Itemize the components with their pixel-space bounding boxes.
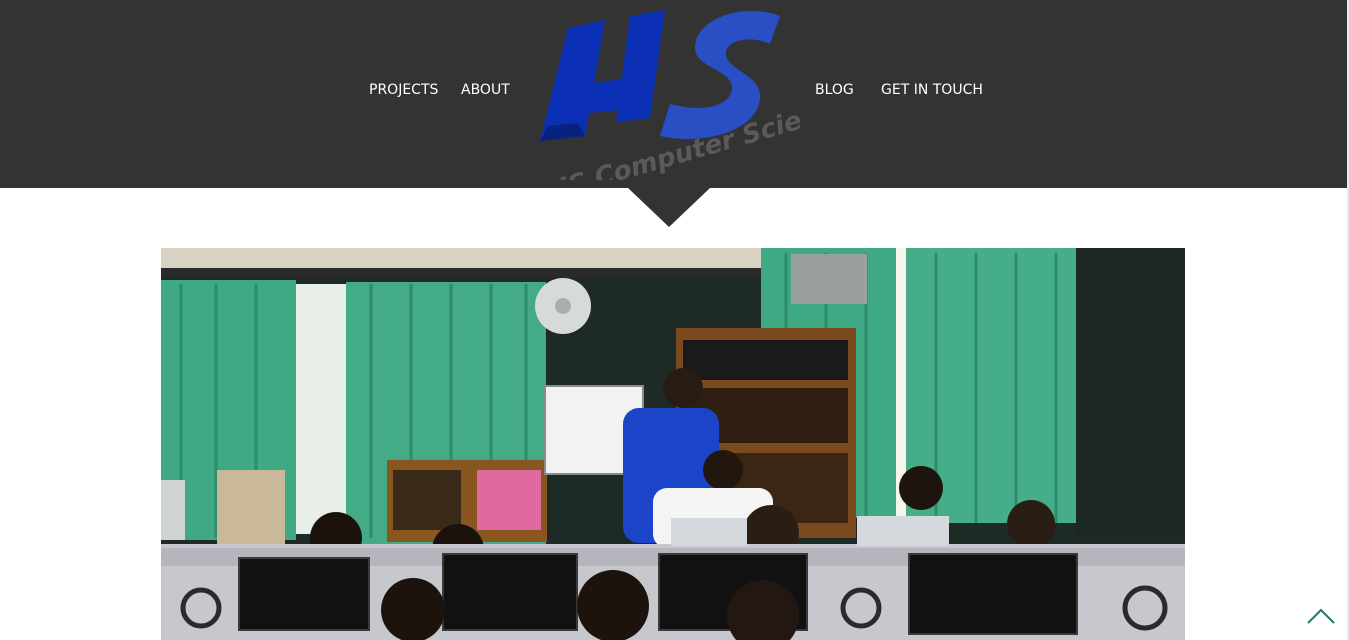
logo-graphic: HS Computer Science [540,10,855,207]
nav-link-blog[interactable]: BLOG [815,82,854,98]
hero-image [161,248,1185,640]
classroom-photo [161,248,1185,640]
header-pointer [628,188,710,227]
site-logo[interactable]: HS Computer Science [530,8,855,207]
nav-link-projects[interactable]: PROJECTS [369,82,438,98]
nav-link-about[interactable]: ABOUT [461,82,510,98]
site-header: PROJECTS ABOUT HS Computer Science BLOG … [0,0,1349,207]
nav-link-get-in-touch[interactable]: GET IN TOUCH [881,82,983,98]
chevron-up-icon [1307,608,1335,624]
back-to-top-button[interactable] [1305,603,1337,627]
